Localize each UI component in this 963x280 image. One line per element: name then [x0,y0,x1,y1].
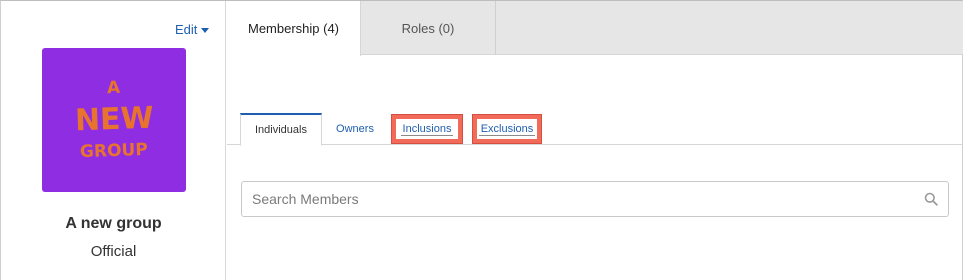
member-sub-tab-bar: Individuals Owners Inclusions Exclusions [227,113,963,146]
group-name: A new group [65,215,162,232]
subtab-label: Individuals [255,124,307,136]
subtab-label: Inclusions [400,122,454,136]
group-avatar: A NEW GROUP [42,48,186,192]
subtab-label: Exclusions [478,122,536,136]
caret-down-icon [201,27,210,33]
avatar-text-line: A [107,77,121,99]
tab-membership[interactable]: Membership (4) [227,1,361,56]
app-frame: Edit A NEW GROUP A new group Official Me… [0,0,963,280]
search-icon[interactable] [924,192,938,206]
group-type: Official [90,243,137,260]
subtab-label: Owners [336,123,374,135]
edit-label: Edit [175,22,198,37]
subtab-owners[interactable]: Owners [327,113,383,145]
tab-roles[interactable]: Roles (0) [361,1,496,55]
group-profile-panel: Edit A NEW GROUP A new group Official [1,1,226,280]
subtab-exclusions[interactable]: Exclusions [473,115,541,143]
search-members-input[interactable] [242,182,912,216]
top-tab-bar: Membership (4) Roles (0) [227,1,963,56]
subtab-individuals[interactable]: Individuals [240,113,322,146]
edit-menu-button[interactable]: Edit [175,22,210,37]
search-members-box [241,181,949,217]
avatar-text-line: NEW [74,100,154,139]
subtab-inclusions[interactable]: Inclusions [392,115,462,143]
group-details-panel: Membership (4) Roles (0) Individuals Own… [227,1,963,280]
avatar-text-line: GROUP [79,139,149,163]
